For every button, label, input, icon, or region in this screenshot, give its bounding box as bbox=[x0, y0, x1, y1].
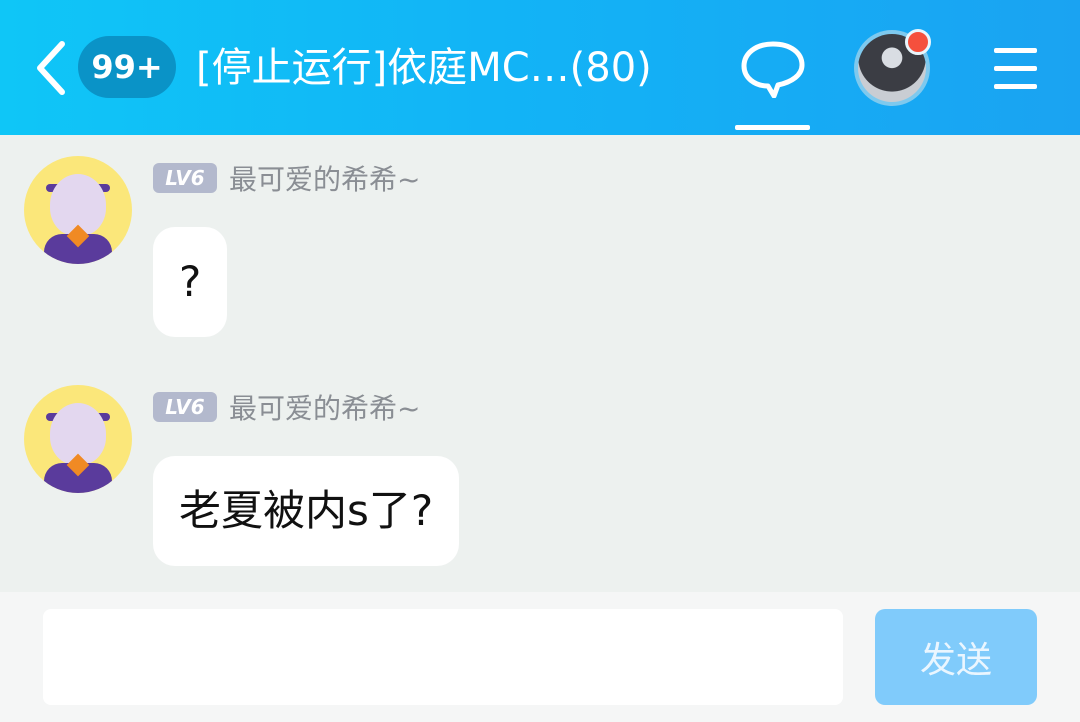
message-input[interactable] bbox=[43, 609, 843, 705]
unread-count-badge[interactable]: 99+ bbox=[78, 36, 176, 98]
level-badge: LV6 bbox=[153, 163, 217, 193]
active-tab-indicator bbox=[735, 125, 810, 130]
sender-avatar[interactable] bbox=[24, 385, 132, 493]
chat-header: 99+ [停止运行]依庭MC…(80) bbox=[0, 0, 1080, 135]
message-bubble[interactable]: ? bbox=[153, 227, 228, 337]
hamburger-icon bbox=[994, 48, 1037, 53]
send-button[interactable]: 发送 bbox=[875, 609, 1037, 705]
chat-bubble-icon bbox=[741, 41, 805, 99]
input-bar: 发送 bbox=[0, 592, 1080, 722]
message-bubble[interactable]: 老夏被内s了? bbox=[153, 456, 460, 566]
sender-name[interactable]: 最可爱的希希~ bbox=[229, 391, 420, 427]
menu-button[interactable] bbox=[990, 44, 1040, 92]
sender-name[interactable]: 最可爱的希希~ bbox=[229, 162, 420, 198]
notification-dot bbox=[905, 29, 931, 55]
sender-avatar[interactable] bbox=[24, 156, 132, 264]
level-badge: LV6 bbox=[153, 392, 217, 422]
chat-title[interactable]: [停止运行]依庭MC…(80) bbox=[196, 38, 716, 98]
chevron-left-icon bbox=[37, 41, 65, 95]
chat-tab[interactable] bbox=[734, 38, 812, 99]
back-button[interactable] bbox=[28, 38, 76, 98]
